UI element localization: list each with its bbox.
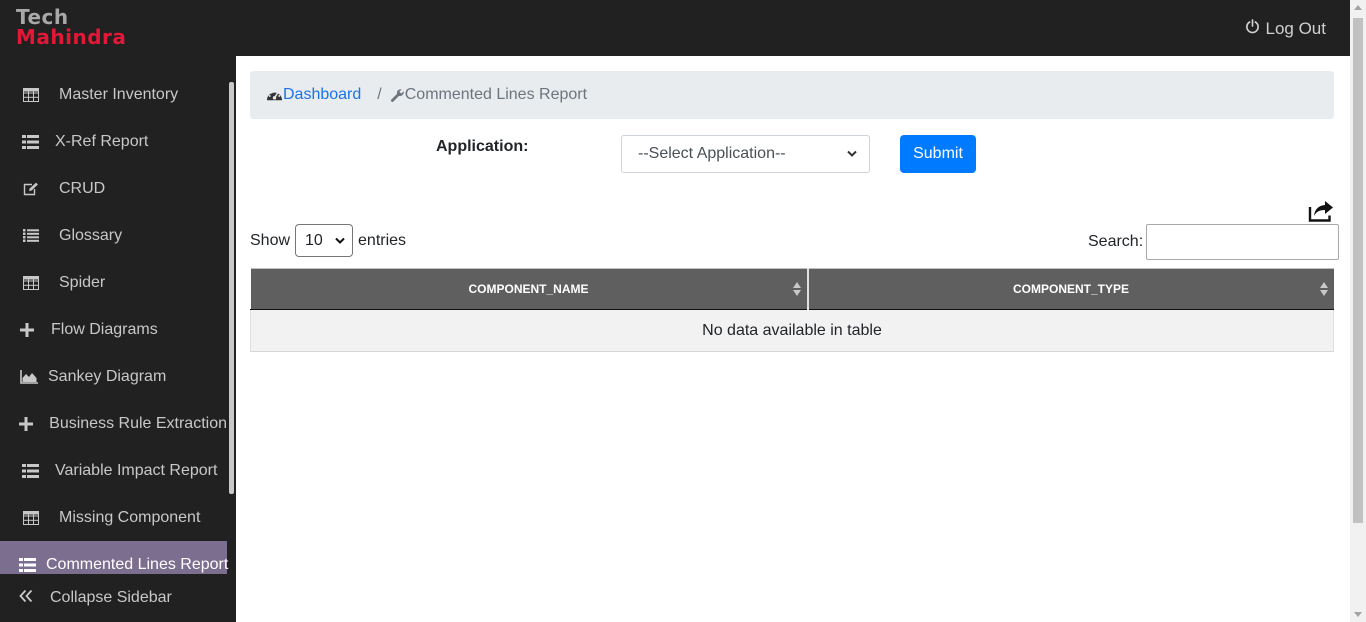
sidebar-scrollbar[interactable] xyxy=(229,82,234,494)
sidebar: Master Inventory X-Ref Report CRUD Gloss… xyxy=(0,56,236,622)
scroll-up-arrow-icon[interactable] xyxy=(1354,5,1362,10)
empty-table-message: No data available in table xyxy=(250,309,1334,352)
sidebar-item-label: X-Ref Report xyxy=(55,132,149,150)
application-label: Application: xyxy=(436,138,529,155)
sidebar-item-label: Commented Lines Report xyxy=(46,555,229,573)
entries-label: entries xyxy=(358,231,407,249)
logout-button[interactable]: Log Out xyxy=(1245,19,1327,39)
top-navbar: Tech Mahindra Log Out xyxy=(0,0,1350,56)
breadcrumb-current: Commented Lines Report xyxy=(404,86,588,103)
sidebar-item-flow-diagrams[interactable]: Flow Diagrams xyxy=(0,306,227,353)
table-row: No data available in table xyxy=(250,309,1334,352)
sidebar-item-crud[interactable]: CRUD xyxy=(0,165,227,212)
sidebar-item-label: Glossary xyxy=(59,226,123,244)
column-header-label: COMPONENT_TYPE xyxy=(1012,282,1129,296)
sidebar-item-label: Variable Impact Report xyxy=(55,461,218,479)
double-chevron-left-icon xyxy=(19,589,33,608)
tech-mahindra-logo[interactable]: Tech Mahindra xyxy=(16,7,126,47)
sort-icon xyxy=(792,282,801,296)
logo-line-1: Tech xyxy=(16,5,69,29)
edit-icon xyxy=(21,181,41,197)
sort-icon xyxy=(1319,282,1328,296)
application-select[interactable]: --Select Application-- xyxy=(621,135,870,173)
scroll-down-arrow-icon[interactable] xyxy=(1354,612,1362,617)
sidebar-item-spider[interactable]: Spider xyxy=(0,259,227,306)
export-icon[interactable] xyxy=(1308,200,1334,222)
area-chart-icon xyxy=(19,369,39,385)
table-header-row: COMPONENT_NAME COMPONENT_TYPE xyxy=(250,268,1334,310)
chevron-down-icon xyxy=(847,150,857,158)
sidebar-item-label: Sankey Diagram xyxy=(48,367,167,385)
logo-line-2: Mahindra xyxy=(16,25,127,49)
sidebar-item-label: Business Rule Extraction xyxy=(49,414,227,432)
column-header-component-name[interactable]: COMPONENT_NAME xyxy=(250,268,808,310)
breadcrumb-dashboard-link[interactable]: Dashboard xyxy=(283,86,361,104)
plus-icon xyxy=(17,322,37,338)
sidebar-item-variable-impact-report[interactable]: Variable Impact Report xyxy=(0,447,227,494)
list-icon xyxy=(19,557,36,573)
sidebar-item-label: Missing Component xyxy=(59,508,201,526)
power-icon xyxy=(1245,19,1260,39)
column-header-label: COMPONENT_NAME xyxy=(468,282,589,296)
sidebar-item-missing-component[interactable]: Missing Component xyxy=(0,494,227,541)
sidebar-item-label: CRUD xyxy=(59,179,106,197)
sidebar-item-label: Spider xyxy=(59,273,106,291)
components-table: COMPONENT_NAME COMPONENT_TYPE No data av… xyxy=(250,268,1334,352)
page-scrollbar[interactable] xyxy=(1350,0,1366,622)
sidebar-item-xref-report[interactable]: X-Ref Report xyxy=(0,118,227,165)
list-icon xyxy=(21,228,41,244)
application-select-value: --Select Application-- xyxy=(638,145,786,162)
sidebar-item-master-inventory[interactable]: Master Inventory xyxy=(0,71,227,118)
scrollbar-thumb[interactable] xyxy=(1353,18,1363,523)
chevron-down-icon xyxy=(335,237,345,245)
entries-select-value: 10 xyxy=(305,231,323,249)
breadcrumb: Dashboard / Commented Lines Report xyxy=(250,71,1334,119)
show-entries-control: Show 10 entries xyxy=(250,224,406,257)
list-icon xyxy=(20,463,40,479)
plus-icon xyxy=(17,416,35,432)
dashboard-icon xyxy=(266,88,283,102)
table-icon xyxy=(21,87,41,103)
table-icon xyxy=(21,275,41,291)
collapse-sidebar-button[interactable]: Collapse Sidebar xyxy=(0,574,236,622)
breadcrumb-separator: / xyxy=(377,86,382,103)
wrench-icon xyxy=(390,88,405,103)
sidebar-item-glossary[interactable]: Glossary xyxy=(0,212,227,259)
entries-select[interactable]: 10 xyxy=(295,224,354,257)
search-label: Search: xyxy=(1088,233,1144,250)
list-icon xyxy=(20,134,40,150)
submit-button[interactable]: Submit xyxy=(900,135,976,173)
search-input[interactable] xyxy=(1146,224,1340,260)
logout-label: Log Out xyxy=(1265,19,1327,38)
sidebar-item-label: Flow Diagrams xyxy=(51,320,158,338)
column-header-component-type[interactable]: COMPONENT_TYPE xyxy=(806,268,1334,310)
collapse-sidebar-label: Collapse Sidebar xyxy=(50,589,172,606)
table-icon xyxy=(21,510,41,526)
table-search: Search: xyxy=(1088,224,1340,260)
sidebar-item-business-rule-extraction[interactable]: Business Rule Extraction xyxy=(0,400,227,447)
show-label: Show xyxy=(250,231,291,249)
sidebar-item-sankey-diagram[interactable]: Sankey Diagram xyxy=(0,353,227,400)
sidebar-item-label: Master Inventory xyxy=(59,85,179,103)
